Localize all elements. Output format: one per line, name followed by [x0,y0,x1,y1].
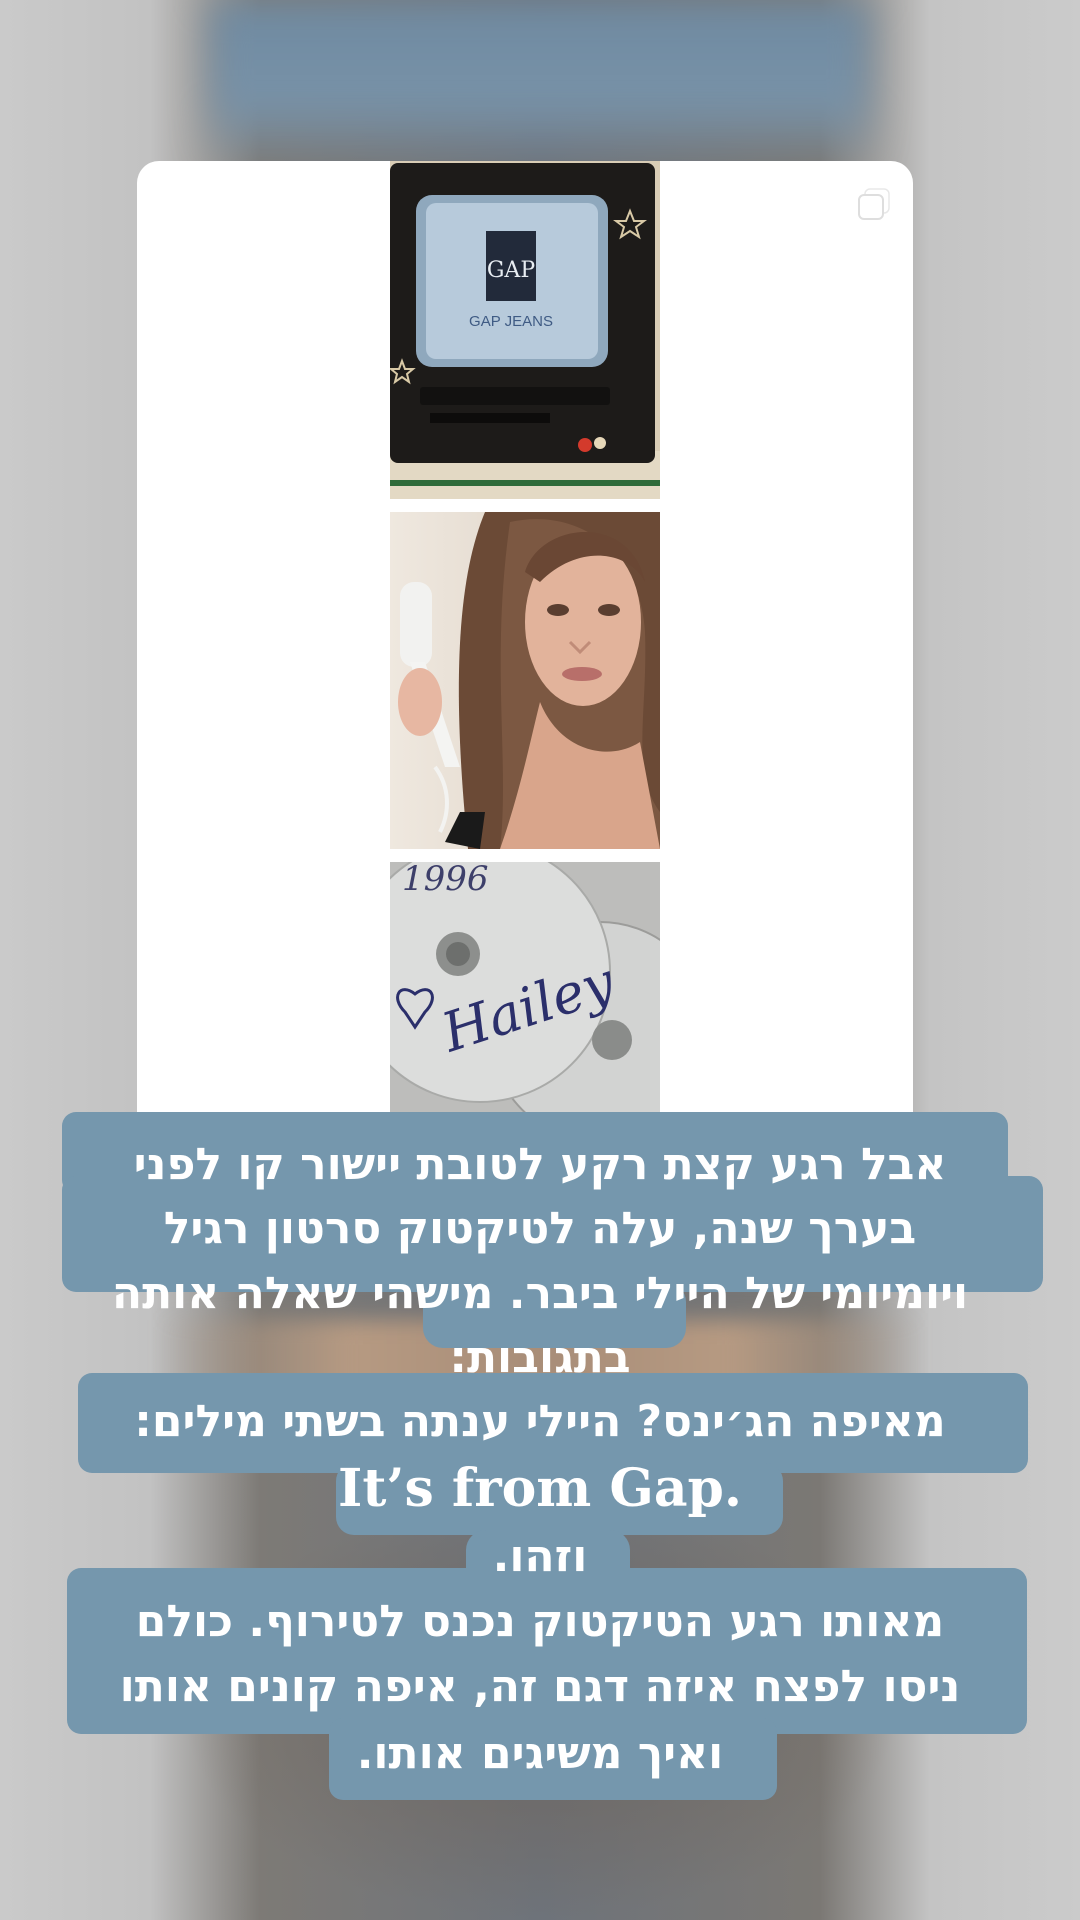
cd-year-text: 1996 [402,862,489,899]
tv-logo-text: GAP [487,258,535,283]
caption-line-2: בערך שנה, עלה לטיקטוק סרטון רגיל [163,1203,917,1254]
caption-line-7: וזהו. [492,1531,588,1582]
tv-sub-text: GAP JEANS [469,313,553,330]
multiple-photos-icon [858,188,890,220]
caption-line-1: אבל רגע קצת רקע לטובת יישור קו לפני [133,1139,947,1190]
photo-tv-gap-logo: GAP GAP JEANS [390,161,660,499]
caption-line-8: מאותו רגע הטיקטוק נכנס לטירוף. כולם [135,1596,945,1647]
blurred-background-top [210,0,870,170]
photo-woman-with-phone [390,512,660,849]
caption-line-4: בתגובות: [449,1332,631,1383]
caption-line-9: ניסו לפצח איזה דגם זה, איפה קונים אותו [119,1661,961,1712]
caption-line-3: ויומיומי של היילי ביבר. מישהי שאלה אותה [111,1268,969,1319]
shared-post-card[interactable]: GAP GAP JEANS 1996 Hailey [137,161,913,1161]
caption-line-5: מאיפה הג׳ינס? היילי ענתה בשתי מילים: [134,1396,946,1447]
caption-line-6: It’s from Gap. [338,1458,742,1519]
caption-line-10: ואיך משיגים אותו. [356,1728,724,1779]
